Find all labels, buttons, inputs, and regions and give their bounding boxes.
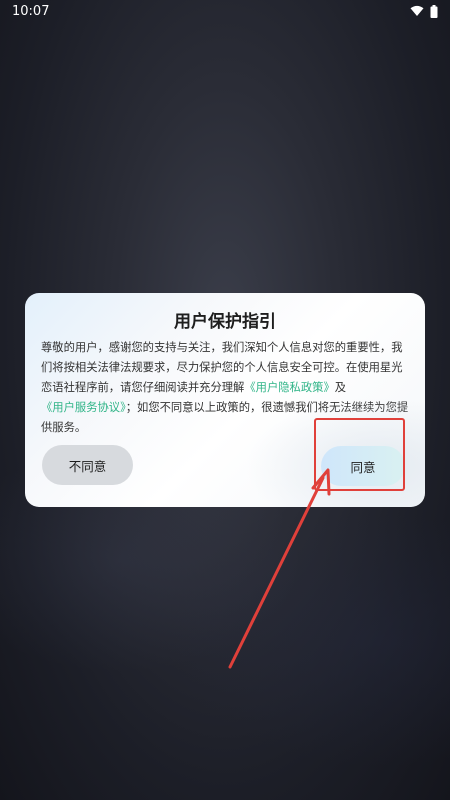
battery-icon bbox=[430, 4, 438, 18]
agree-button[interactable]: 同意 bbox=[321, 446, 405, 486]
service-agreement-link[interactable]: 《用户服务协议》 bbox=[41, 401, 126, 414]
status-icons bbox=[410, 4, 438, 18]
dialog-body-intro: 尊敬的用户，感谢您的支持与关注，我们深知个人信息对您的重要性，我们将按相关法律法… bbox=[41, 341, 403, 394]
status-bar: 10:07 bbox=[0, 0, 450, 22]
privacy-policy-link[interactable]: 《用户隐私政策》 bbox=[244, 381, 334, 394]
dialog-body-conjunction: 及 bbox=[334, 381, 347, 394]
dialog-title: 用户保护指引 bbox=[174, 312, 276, 332]
dialog-body: 尊敬的用户，感谢您的支持与关注，我们深知个人信息对您的重要性，我们将按相关法律法… bbox=[41, 338, 411, 438]
decline-button[interactable]: 不同意 bbox=[42, 445, 133, 485]
wifi-icon bbox=[410, 5, 424, 16]
status-time: 10:07 bbox=[12, 3, 50, 19]
